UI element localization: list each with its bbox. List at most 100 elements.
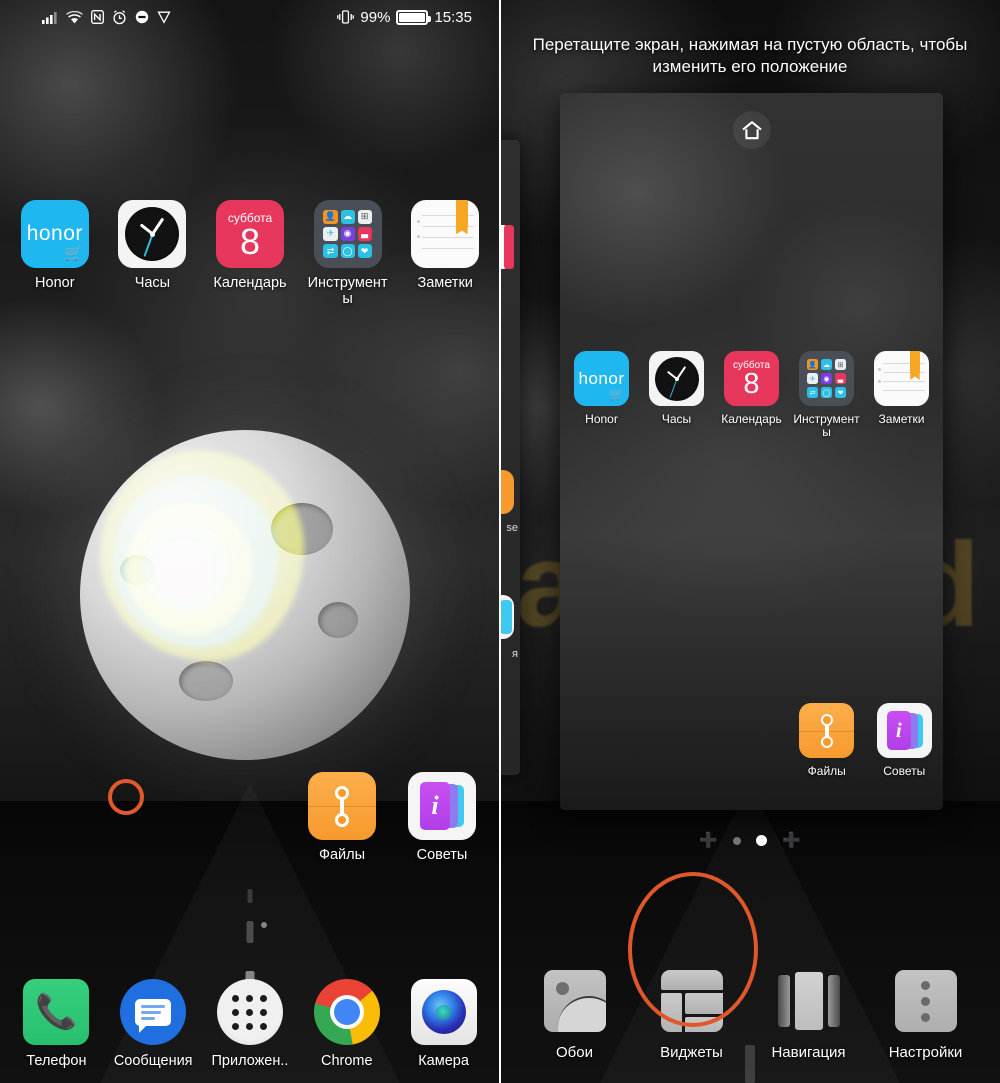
dock-label: Приложен.. [211, 1053, 289, 1069]
app-icon-honor[interactable]: honor 🛒 Honor [10, 200, 100, 307]
honor-wordmark: honor [578, 368, 625, 388]
widgets-icon [660, 970, 723, 1032]
app-icon-honor[interactable]: honor 🛒 Honor [567, 351, 637, 440]
navigation-icon [777, 970, 840, 1032]
dock: 📞 Телефон Сообщения Приложен.. Chrome Ка… [0, 979, 500, 1069]
messages-icon [120, 979, 187, 1045]
page-dot-active[interactable] [756, 835, 767, 846]
alarm-icon [112, 9, 127, 25]
cart-icon: 🛒 [64, 244, 83, 262]
nfc-icon [91, 10, 104, 24]
dock-label: Камера [418, 1053, 469, 1069]
vibrate-icon [337, 10, 355, 24]
dock-label: Chrome [320, 1053, 373, 1069]
dock-label: Телефон [26, 1053, 87, 1069]
add-page-left-button[interactable]: ➕ [699, 833, 718, 848]
toolbar-label: Обои [556, 1044, 593, 1061]
current-page-card[interactable]: honor 🛒 Honor Часы суббота 8 Календарь 👤… [560, 93, 943, 810]
dock-item-app-drawer[interactable]: Приложен.. [202, 979, 298, 1069]
health-mini-icon: ❤ [357, 243, 372, 259]
cart-icon: 🛒 [609, 387, 625, 402]
health-mini-icon: ❤ [834, 386, 847, 399]
app-label: Инструменты [793, 412, 860, 440]
lane-marking [247, 889, 253, 903]
tips-glyph: i [431, 791, 439, 820]
left-phone-screen: 99% 15:35 honor 🛒 Honor Часы суббота 8 К… [0, 0, 500, 1083]
flashlight-mini-icon: ▃ [834, 372, 847, 385]
backup-mini-icon: ⇄ [323, 243, 338, 259]
contacts-mini-icon: 👤 [323, 209, 338, 225]
app-icon-notes[interactable]: Заметки [400, 200, 490, 307]
app-grid-row-1: honor 🛒 Honor Часы суббота 8 Календарь 👤… [0, 200, 500, 307]
wallpaper-left [0, 0, 500, 1083]
add-page-right-button[interactable]: ➕ [782, 833, 801, 848]
app-icon-notes[interactable]: Заметки [867, 351, 937, 440]
app-label: Honor [585, 412, 618, 426]
flashlight-mini-icon: ▃ [357, 226, 372, 242]
app-icon-tips[interactable]: i Советы [397, 772, 487, 863]
battery-icon [396, 9, 432, 25]
play-icon [157, 10, 171, 24]
adjacent-page-preview[interactable]: se я [500, 140, 520, 775]
calendar-day: 8 [743, 368, 760, 400]
settings-icon [894, 970, 957, 1032]
backup-mini-icon: ⇄ [806, 386, 819, 399]
wifi-icon [66, 10, 83, 24]
toolbar-label: Виджеты [660, 1044, 723, 1061]
app-folder-tools[interactable]: 👤 ☁ ⊞ ✈ ◉ ▃ ⇄ ◯ ❤ Инструменты [792, 351, 862, 440]
app-icon-clock[interactable]: Часы [107, 200, 197, 307]
app-label: Советы [416, 847, 468, 863]
lane-marking [246, 921, 254, 943]
camera-icon [410, 979, 477, 1045]
app-label: Инструменты [307, 275, 388, 308]
edit-mode-hint: Перетащите экран, нажимая на пустую обла… [532, 35, 968, 77]
wallpaper-icon [543, 970, 606, 1032]
app-label: Часы [661, 412, 692, 426]
dock-item-camera[interactable]: Камера [396, 979, 492, 1069]
calculator-mini-icon: ⊞ [834, 358, 847, 371]
app-label: Часы [134, 275, 171, 291]
app-label: Honor [35, 275, 75, 291]
toolbar-item-widgets[interactable]: Виджеты [637, 970, 747, 1061]
status-bar: 99% 15:35 [0, 0, 500, 34]
toolbar-item-wallpaper[interactable]: Обои [520, 970, 630, 1061]
app-label: Заметки [878, 412, 925, 426]
toolbar-label: Навигация [771, 1044, 846, 1061]
toolbar-item-settings[interactable]: Настройки [871, 970, 981, 1061]
tips-glyph: i [895, 718, 902, 742]
app-icon-tips[interactable]: i Советы [869, 703, 939, 778]
toolbar-label: Настройки [888, 1044, 963, 1061]
phone-icon: 📞 [23, 979, 90, 1045]
empty-area-marker [108, 779, 144, 815]
page-dot[interactable] [733, 836, 741, 845]
honor-wordmark: honor [26, 222, 83, 245]
app-label: Календарь [721, 412, 782, 426]
app-folder-tools[interactable]: 👤 ☁ ⊞ ✈ ◉ ▃ ⇄ ◯ ❤ Инструменты [303, 200, 393, 307]
app-icon-clock[interactable]: Часы [642, 351, 712, 440]
weather-mini-icon: ☁ [340, 209, 355, 225]
app-icon-calendar[interactable]: суббота 8 Календарь [717, 351, 787, 440]
app-label: Файлы [318, 847, 366, 863]
app-icon-calendar[interactable]: суббота 8 Календарь [205, 200, 295, 307]
card-app-grid-row-mid: Файлы i Советы [788, 703, 943, 778]
dock-item-chrome[interactable]: Chrome [299, 979, 395, 1069]
dock-item-messages[interactable]: Сообщения [105, 979, 201, 1069]
clock-time: 15:35 [434, 8, 472, 26]
app-label: Советы [883, 764, 926, 778]
dock-label: Сообщения [113, 1053, 193, 1069]
compass-mini-icon: ◉ [340, 226, 355, 242]
panel-divider [499, 0, 501, 1083]
app-icon-files[interactable]: Файлы [297, 772, 387, 863]
airplane-mini-icon: ✈ [323, 226, 338, 242]
optimizer-mini-icon: ◯ [820, 386, 833, 399]
app-icon-files[interactable]: Файлы [792, 703, 862, 778]
app-drawer-icon [216, 979, 283, 1045]
home-indicator[interactable] [732, 111, 771, 149]
dock-item-phone[interactable]: 📞 Телефон [8, 979, 104, 1069]
toolbar-item-navigation[interactable]: Навигация [754, 970, 864, 1061]
app-label: Заметки [417, 275, 473, 291]
card-app-grid-row-1: honor 🛒 Honor Часы суббота 8 Календарь 👤… [560, 351, 943, 440]
app-label: Файлы [807, 764, 846, 778]
battery-percent: 99% [360, 8, 391, 26]
do-not-disturb-icon [135, 10, 149, 24]
